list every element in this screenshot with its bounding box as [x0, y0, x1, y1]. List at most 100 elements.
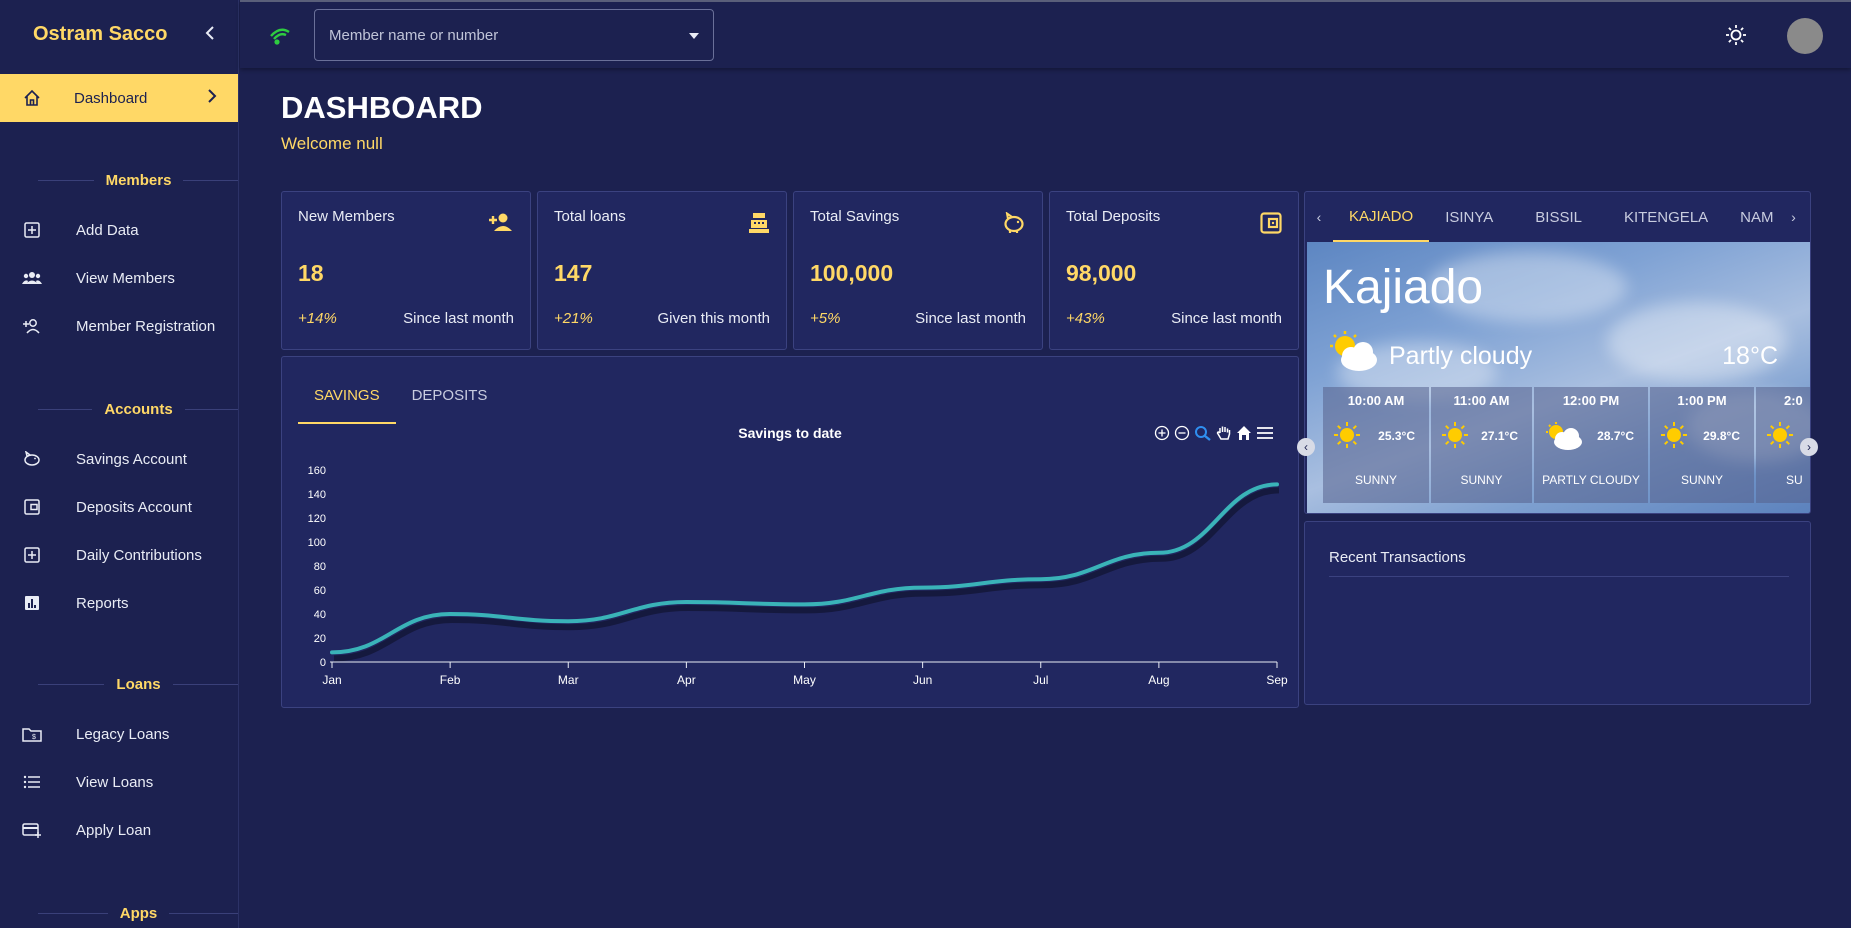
stat-change: +5% — [810, 310, 841, 327]
section-heading-apps: Apps — [38, 903, 238, 923]
chevron-right-icon[interactable]: › — [1780, 192, 1808, 242]
stat-title: Total Deposits — [1066, 208, 1161, 225]
stat-note: Given this month — [657, 310, 770, 327]
wallet-icon — [1260, 212, 1282, 239]
y-tick-label: 140 — [308, 489, 326, 501]
x-tick-label: Aug — [1148, 673, 1169, 687]
sidebar-item-label: View Loans — [76, 773, 154, 791]
section-heading-loans: Loans — [38, 674, 238, 694]
brand-bar: Ostram Sacco — [0, 0, 238, 68]
person-add-icon — [22, 316, 42, 336]
sidebar-item-label: Savings Account — [76, 450, 187, 468]
savings-chart-card: SAVINGS DEPOSITS Savings to date 0 20 40 60… — [281, 356, 1299, 708]
y-tick-label: 20 — [314, 633, 326, 645]
sidebar-item-savings-account[interactable]: Savings Account — [0, 439, 238, 479]
carousel-next-icon[interactable]: › — [1800, 438, 1818, 456]
sidebar-item-daily-contributions[interactable]: Daily Contributions — [0, 535, 238, 575]
chevron-left-icon[interactable]: ‹ — [1305, 192, 1333, 242]
hourly-forecast-item: 10:00 AM 25.3°C SUNNY — [1323, 387, 1429, 503]
hourly-forecast: 10:00 AM 25.3°C SUNNY 11:00 AM 27.1°C SU… — [1323, 387, 1810, 503]
sidebar-item-label: Add Data — [76, 221, 139, 239]
hourly-forecast-item: 11:00 AM 27.1°C SUNNY — [1431, 387, 1532, 503]
sidebar-item-deposits-account[interactable]: Deposits Account — [0, 487, 238, 527]
sidebar-item-reports[interactable]: Reports — [0, 583, 238, 623]
series-line-shadow — [333, 487, 1280, 662]
tab-nam[interactable]: NAM — [1724, 192, 1779, 242]
sidebar-item-legacy-loans[interactable]: $ Legacy Loans — [0, 714, 238, 754]
hourly-forecast-item: 1:00 PM 29.8°C SUNNY — [1650, 387, 1754, 503]
list-icon — [22, 772, 42, 792]
sidebar: Ostram Sacco Dashboard Members Add Data … — [0, 0, 239, 928]
brand-name: Ostram Sacco — [33, 22, 168, 45]
stat-card-total-deposits: Total Deposits 98,000 +43% Since last mo… — [1049, 191, 1299, 350]
savings-line-chart: 0 20 40 60 80 100 120 140 160 Jan Feb Mar Apr May Jun J… — [308, 465, 1288, 687]
sidebar-item-view-members[interactable]: View Members — [0, 258, 238, 298]
section-heading-members: Members — [38, 170, 238, 190]
sidebar-item-view-loans[interactable]: View Loans — [0, 762, 238, 802]
stat-card-total-savings: Total Savings 100,000 +5% Since last mon… — [793, 191, 1043, 350]
x-tick-label: Sep — [1266, 673, 1288, 687]
dropdown-arrow-icon[interactable] — [689, 26, 699, 44]
section-heading-accounts: Accounts — [38, 399, 238, 419]
home-icon — [22, 88, 42, 108]
stat-change: +21% — [554, 310, 593, 327]
x-tick-label: Apr — [677, 673, 696, 687]
welcome-text: Welcome null — [281, 134, 383, 153]
sidebar-item-add-data[interactable]: Add Data — [0, 210, 238, 250]
sidebar-item-member-registration[interactable]: Member Registration — [0, 306, 238, 346]
partly-cloudy-icon — [1327, 330, 1383, 379]
x-tick-label: Mar — [558, 673, 579, 687]
plus-box-icon — [22, 220, 42, 240]
piggy-bank-icon — [22, 449, 42, 469]
member-search-input[interactable] — [329, 26, 669, 44]
topbar — [240, 0, 1851, 68]
sun-icon — [1660, 421, 1688, 454]
stat-note: Since last month — [915, 310, 1026, 327]
theme-toggle-sun-icon[interactable] — [1725, 24, 1747, 51]
tab-kajiado[interactable]: KAJIADO — [1333, 192, 1430, 242]
sidebar-item-label: Reports — [76, 594, 129, 612]
bar-chart-icon — [22, 593, 42, 613]
weather-widget: ‹ KAJIADO ISINYA BISSIL KITENGELA NAM › … — [1304, 191, 1811, 514]
series-line-savings — [330, 482, 1279, 655]
recent-transactions-card: Recent Transactions — [1304, 521, 1811, 705]
svg-text:$: $ — [32, 734, 36, 741]
stat-value: 18 — [298, 260, 324, 286]
sidebar-item-apply-loan[interactable]: Apply Loan — [0, 810, 238, 850]
wallet-icon — [22, 497, 42, 517]
tab-isinya[interactable]: ISINYA — [1429, 192, 1509, 242]
carousel-prev-icon[interactable]: ‹ — [1297, 438, 1315, 456]
stat-title: Total Savings — [810, 208, 900, 225]
weather-location-tabs: ‹ KAJIADO ISINYA BISSIL KITENGELA NAM › — [1305, 192, 1810, 242]
x-tick-label: Feb — [440, 673, 461, 687]
sidebar-item-label: Apply Loan — [76, 821, 152, 839]
sun-icon — [1766, 421, 1794, 454]
member-search-select[interactable] — [314, 9, 714, 61]
avatar[interactable] — [1787, 18, 1823, 54]
weather-condition: Partly cloudy — [1389, 342, 1533, 370]
x-tick-label: Jul — [1033, 673, 1048, 687]
tab-bissil[interactable]: BISSIL — [1509, 192, 1608, 242]
sidebar-item-label: Legacy Loans — [76, 725, 170, 743]
stat-value: 98,000 — [1066, 260, 1137, 286]
x-tick-label: May — [793, 673, 816, 687]
collapse-sidebar-icon[interactable] — [204, 23, 216, 46]
stat-title: Total loans — [554, 208, 626, 225]
stat-note: Since last month — [403, 310, 514, 327]
folder-money-icon: $ — [22, 724, 42, 744]
weather-temperature: 18°C — [1722, 342, 1778, 370]
stat-change: +14% — [298, 310, 337, 327]
stat-change: +43% — [1066, 310, 1105, 327]
sidebar-item-dashboard[interactable]: Dashboard — [0, 74, 238, 122]
tab-kitengela[interactable]: KITENGELA — [1608, 192, 1724, 242]
weather-city: Kajiado — [1323, 261, 1484, 314]
page-title: DASHBOARD — [281, 90, 483, 125]
stat-card-total-loans: Total loans 147 +21% Given this month — [537, 191, 787, 350]
hourly-forecast-item: 12:00 PM 28.7°C PARTLY CLOUDY — [1534, 387, 1648, 503]
stat-value: 100,000 — [810, 260, 894, 286]
y-tick-label: 120 — [308, 513, 326, 525]
sun-icon — [1441, 421, 1469, 454]
stat-card-new-members: New Members 18 +14% Since last month — [281, 191, 531, 350]
wifi-icon — [268, 26, 292, 51]
people-icon — [22, 268, 42, 288]
